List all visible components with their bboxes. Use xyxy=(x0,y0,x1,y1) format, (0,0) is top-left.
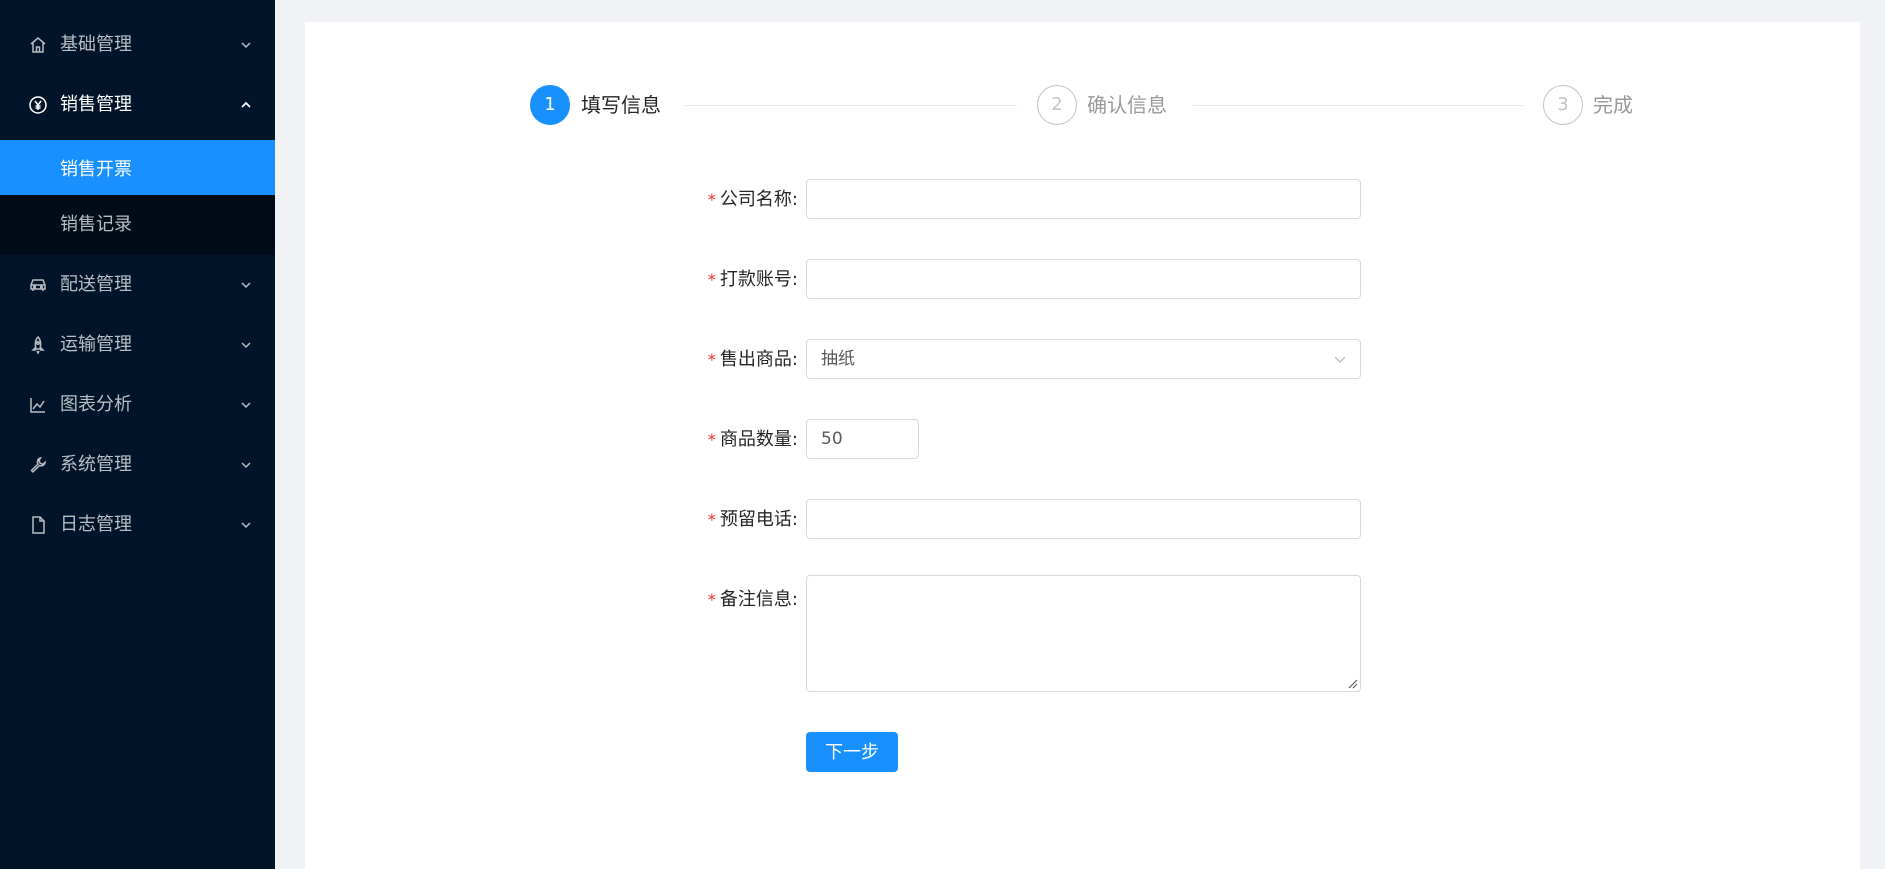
step-2-title: 确认信息 xyxy=(1087,93,1167,117)
step-1-title: 填写信息 xyxy=(581,93,661,117)
wrench-icon xyxy=(30,456,47,474)
required-mark: * xyxy=(707,590,716,609)
submenu-sales-invoice[interactable]: 销售开票 xyxy=(0,140,275,200)
chevron-down-icon xyxy=(241,42,251,49)
line-chart-icon xyxy=(30,398,45,413)
account-number-input[interactable] xyxy=(806,259,1361,299)
chevron-down-icon xyxy=(241,462,251,469)
selected-value: 抽纸 xyxy=(821,349,855,369)
step-connector xyxy=(685,105,1017,106)
home-icon xyxy=(30,37,46,53)
submenu-label: 销售开票 xyxy=(60,159,132,180)
phone-input[interactable] xyxy=(806,499,1361,539)
required-mark: * xyxy=(707,510,716,529)
menu-basic-management[interactable]: 基础管理 xyxy=(0,15,275,75)
step-2-icon: 2 xyxy=(1037,85,1077,125)
rocket-icon xyxy=(31,335,45,355)
account-number-label: * 打款账号: xyxy=(598,268,798,292)
menu-label: 运输管理 xyxy=(60,334,132,355)
input-value: 50 xyxy=(821,429,843,449)
required-mark: * xyxy=(707,270,716,289)
company-name-input[interactable] xyxy=(806,179,1361,219)
label-text: 预留电话: xyxy=(719,509,798,530)
menu-label: 基础管理 xyxy=(60,34,132,55)
submenu-label: 销售记录 xyxy=(60,214,132,235)
menu-sales-management[interactable]: 销售管理 xyxy=(0,75,275,135)
product-label: * 售出商品: xyxy=(598,348,798,372)
submenu-sales-records[interactable]: 销售记录 xyxy=(0,195,275,255)
product-select[interactable]: 抽纸 xyxy=(806,339,1361,379)
step-3-icon: 3 xyxy=(1543,85,1583,125)
required-mark: * xyxy=(707,430,716,449)
step-3-title: 完成 xyxy=(1593,93,1633,117)
chevron-down-icon xyxy=(1334,356,1346,363)
menu-label: 销售管理 xyxy=(60,94,132,115)
content-card: 1 填写信息 2 确认信息 3 完成 * 公司名称: * 打款账号: * 售出商品: … xyxy=(305,22,1860,869)
company-name-label: * 公司名称: xyxy=(598,188,798,212)
remarks-label: * 备注信息: xyxy=(598,588,798,612)
menu-transport-management[interactable]: 运输管理 xyxy=(0,315,275,375)
required-mark: * xyxy=(707,190,716,209)
resize-handle-icon[interactable] xyxy=(1346,677,1358,689)
label-text: 公司名称: xyxy=(719,189,798,210)
phone-label: * 预留电话: xyxy=(598,508,798,532)
menu-chart-analysis[interactable]: 图表分析 xyxy=(0,375,275,435)
label-text: 备注信息: xyxy=(719,589,798,610)
menu-system-management[interactable]: 系统管理 xyxy=(0,435,275,495)
required-mark: * xyxy=(707,350,716,369)
quantity-label: * 商品数量: xyxy=(598,428,798,452)
menu-label: 日志管理 xyxy=(60,514,132,535)
chevron-down-icon xyxy=(241,282,251,289)
step-connector xyxy=(1193,105,1523,106)
sidebar: 基础管理 销售管理 销售开票 销售记录 配送管理 运输管理 图表分析 系统管理 … xyxy=(0,0,275,869)
chevron-down-icon xyxy=(241,342,251,349)
label-text: 商品数量: xyxy=(719,429,798,450)
yen-icon xyxy=(29,96,47,114)
remarks-textarea[interactable] xyxy=(806,575,1361,692)
menu-label: 图表分析 xyxy=(60,394,132,415)
car-icon xyxy=(30,279,46,291)
menu-label: 系统管理 xyxy=(60,454,132,475)
chevron-down-icon xyxy=(241,522,251,529)
menu-label: 配送管理 xyxy=(60,274,132,295)
chevron-down-icon xyxy=(241,402,251,409)
step-1-icon: 1 xyxy=(530,85,570,125)
menu-delivery-management[interactable]: 配送管理 xyxy=(0,255,275,315)
label-text: 售出商品: xyxy=(719,349,798,370)
file-icon xyxy=(32,516,45,534)
menu-log-management[interactable]: 日志管理 xyxy=(0,495,275,555)
chevron-up-icon xyxy=(241,101,251,108)
next-step-button[interactable]: 下一步 xyxy=(806,732,898,772)
label-text: 打款账号: xyxy=(719,269,798,290)
quantity-input[interactable]: 50 xyxy=(806,419,919,459)
